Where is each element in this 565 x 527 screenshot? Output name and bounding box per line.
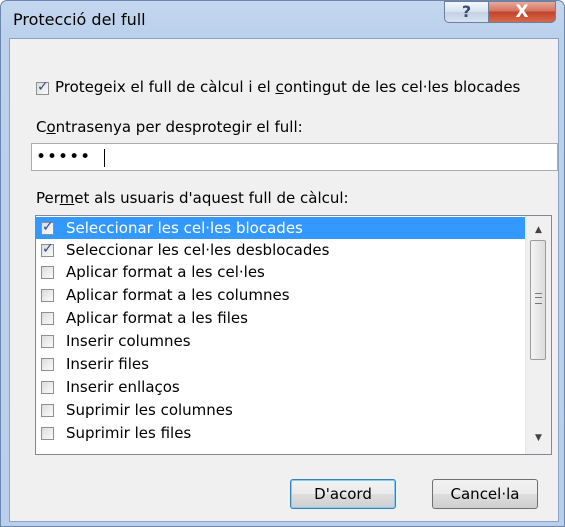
help-button[interactable]: ? [444, 1, 489, 23]
list-item-checkbox[interactable] [41, 219, 54, 235]
list-item-label: Inserir columnes [66, 332, 191, 350]
list-item-checkbox[interactable] [41, 241, 54, 257]
permissions-list[interactable]: Seleccionar les cel·les blocades Selecci… [35, 215, 552, 455]
list-item-label: Suprimir les files [66, 424, 192, 442]
list-item[interactable]: Inserir files [36, 353, 527, 375]
list-item-checkbox[interactable] [41, 312, 54, 325]
protect-sheet-checkbox[interactable] [36, 79, 49, 95]
list-item-checkbox[interactable] [41, 358, 54, 371]
password-field[interactable]: ••••• [31, 143, 558, 171]
scroll-down-arrow-icon[interactable]: ▼ [532, 432, 545, 444]
password-value: ••••• [36, 147, 92, 167]
help-icon: ? [461, 2, 472, 21]
list-item-checkbox[interactable] [41, 427, 54, 440]
list-item-label: Aplicar format a les cel·les [66, 263, 265, 281]
scroll-up-arrow-icon[interactable]: ▲ [532, 224, 545, 236]
list-item-label: Inserir enllaços [66, 378, 180, 396]
permissions-label-accel: m [59, 189, 75, 207]
permissions-label-text-end: et als usuaris d'aquest full de càlcul: [74, 189, 349, 207]
text-caret [104, 149, 105, 167]
list-item[interactable]: Suprimir les files [36, 422, 527, 444]
list-item[interactable]: Aplicar format a les cel·les [36, 261, 527, 283]
password-label-text: C [36, 118, 47, 136]
list-item-label: Inserir files [66, 355, 149, 373]
scrollbar-thumb[interactable] [530, 240, 546, 360]
list-item[interactable]: Inserir enllaços [36, 376, 527, 398]
list-item[interactable]: Aplicar format a les files [36, 307, 527, 329]
protect-label-text: Protegeix el full de càlcul i el [55, 78, 276, 96]
protect-sheet-dialog: Protecció del full ? X Protegeix el full… [0, 0, 565, 527]
close-icon: X [515, 2, 529, 22]
list-item[interactable]: Aplicar format a les columnes [36, 284, 527, 306]
ok-button[interactable]: D'acord [290, 479, 396, 509]
password-label-text-end: ntrasenya per desprotegir el full: [55, 118, 303, 136]
password-label-accel: o [46, 118, 56, 136]
close-button[interactable]: X [488, 1, 556, 23]
list-item-label: Seleccionar les cel·les desblocades [66, 241, 330, 259]
list-item-checkbox[interactable] [41, 404, 54, 417]
title-bar: Protecció del full ? X [1, 1, 564, 37]
cancel-button[interactable]: Cancel·la [432, 479, 538, 509]
list-item-label: Aplicar format a les files [66, 309, 248, 327]
list-item-checkbox[interactable] [41, 381, 54, 394]
list-item[interactable]: Seleccionar les cel·les desblocades [36, 239, 527, 261]
dialog-title: Protecció del full [13, 10, 146, 29]
list-item[interactable]: Seleccionar les cel·les blocades [36, 217, 527, 239]
list-item-checkbox[interactable] [41, 289, 54, 302]
password-label: Contrasenya per desprotegir el full: [36, 118, 303, 136]
protect-label-text-end: ontingut de les cel·les blocades [283, 78, 521, 96]
list-item-label: Seleccionar les cel·les blocades [66, 219, 303, 237]
grip-icon [535, 293, 542, 304]
list-item-label: Suprimir les columnes [66, 401, 233, 419]
list-item[interactable]: Suprimir les columnes [36, 399, 527, 421]
permissions-label: Permet als usuaris d'aquest full de càlc… [36, 189, 349, 207]
protect-label-accel: c [275, 78, 284, 96]
vertical-scrollbar[interactable]: ▲ ▼ [525, 216, 551, 454]
list-item-checkbox[interactable] [41, 335, 54, 348]
protect-sheet-label[interactable]: Protegeix el full de càlcul i el conting… [55, 78, 520, 96]
permissions-label-text: Per [36, 189, 60, 207]
list-item[interactable]: Inserir columnes [36, 330, 527, 352]
list-item-checkbox[interactable] [41, 266, 54, 279]
list-item-label: Aplicar format a les columnes [66, 286, 290, 304]
